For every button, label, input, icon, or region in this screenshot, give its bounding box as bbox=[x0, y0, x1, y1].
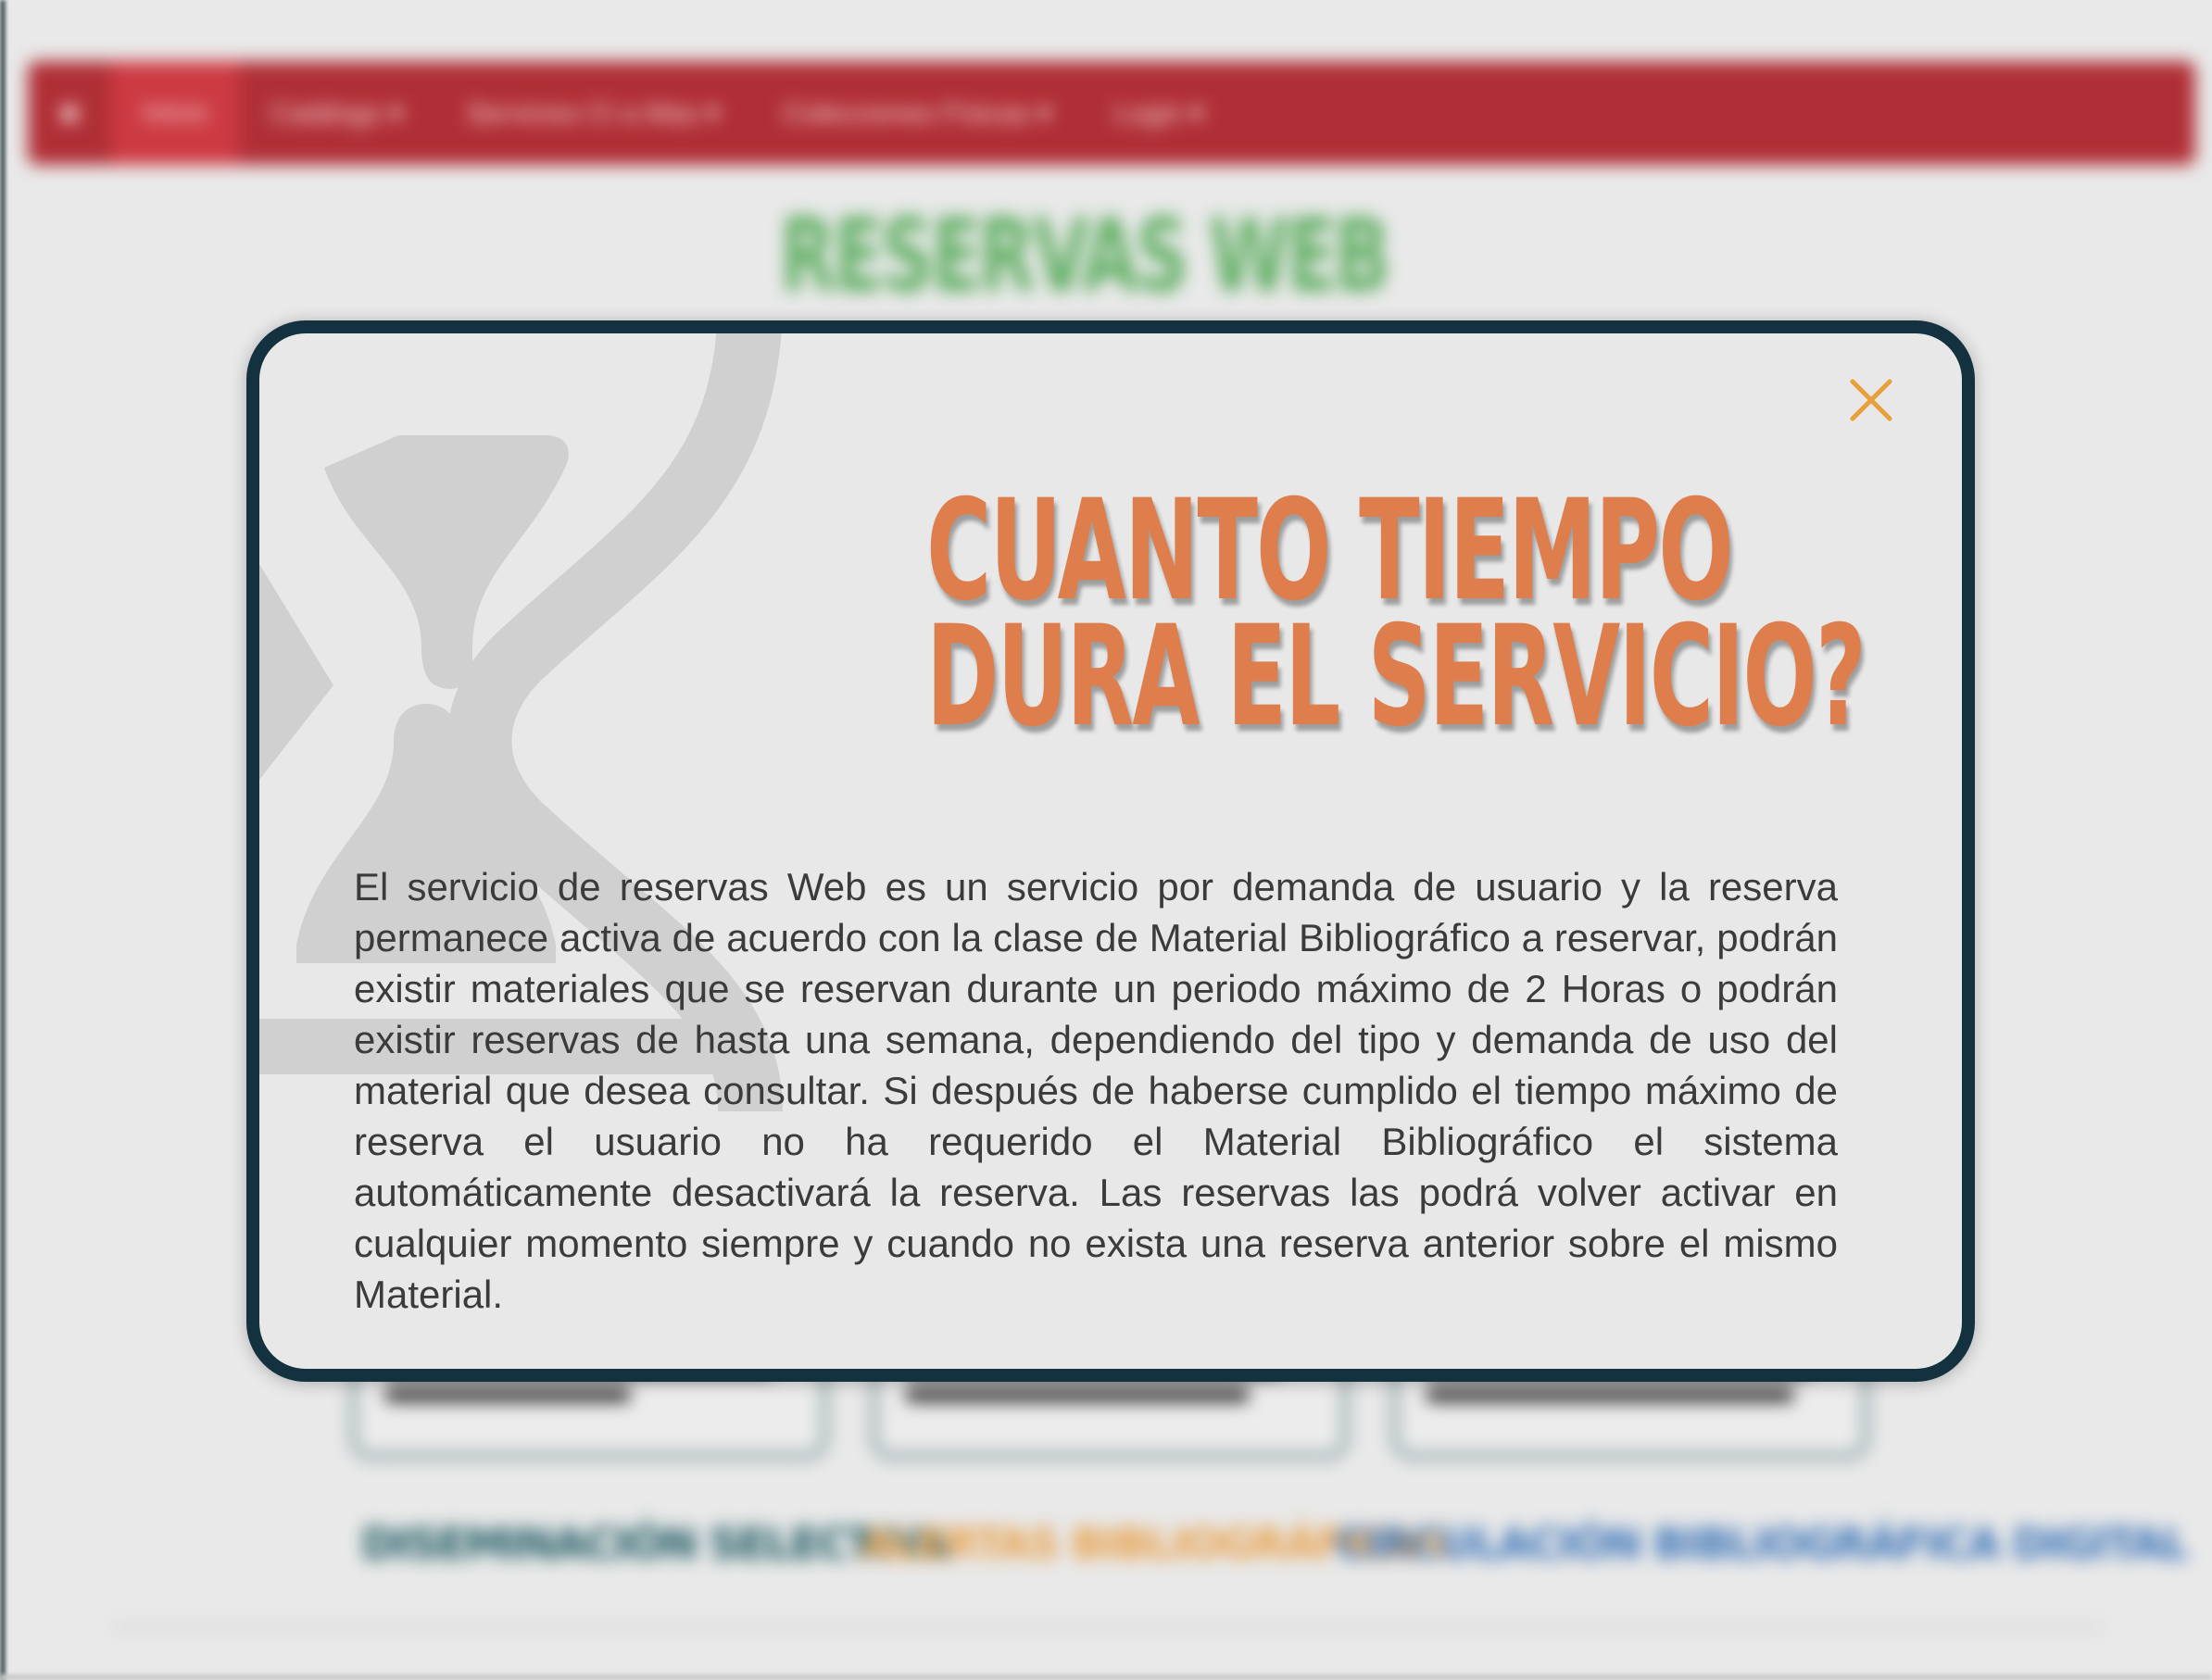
modal-body-text: El servicio de reservas Web es un servic… bbox=[354, 865, 1838, 1316]
main-navbar: ■ Inicio Catálogo ▾ Servicios CI a Mas ▾… bbox=[28, 61, 2195, 165]
link-circulacion[interactable]: CIRCULACIÓN BIBLIOGRÁFICA DIGITAL bbox=[1336, 1519, 2189, 1569]
link-diseminacion[interactable]: DISEMINACIÓN SELECTIVA bbox=[361, 1519, 949, 1569]
page: ■ Inicio Catálogo ▾ Servicios CI a Mas ▾… bbox=[0, 0, 2212, 1680]
nav-item-login[interactable]: Login ▾ bbox=[1083, 61, 1236, 165]
modal-heading-line2: DURA EL SERVICIO? bbox=[926, 596, 1866, 758]
nav-item-catalogo[interactable]: Catálogo ▾ bbox=[239, 61, 434, 165]
nav-item-servicios[interactable]: Servicios CI a Mas ▾ bbox=[435, 61, 751, 165]
nav-item-inicio[interactable]: Inicio bbox=[111, 61, 240, 165]
page-title: RESERVAS WEB bbox=[779, 196, 1390, 315]
close-icon bbox=[1850, 379, 1892, 421]
home-icon[interactable]: ■ bbox=[28, 61, 111, 165]
close-button[interactable] bbox=[1843, 372, 1899, 428]
info-modal: CUANTO TIEMPO DURA EL SERVICIO? El servi… bbox=[246, 320, 1975, 1382]
nav-item-colecciones[interactable]: Colecciones Físicas ▾ bbox=[751, 61, 1083, 165]
footer-divider bbox=[111, 1625, 2103, 1629]
modal-heading: CUANTO TIEMPO DURA EL SERVICIO? bbox=[926, 482, 1866, 758]
